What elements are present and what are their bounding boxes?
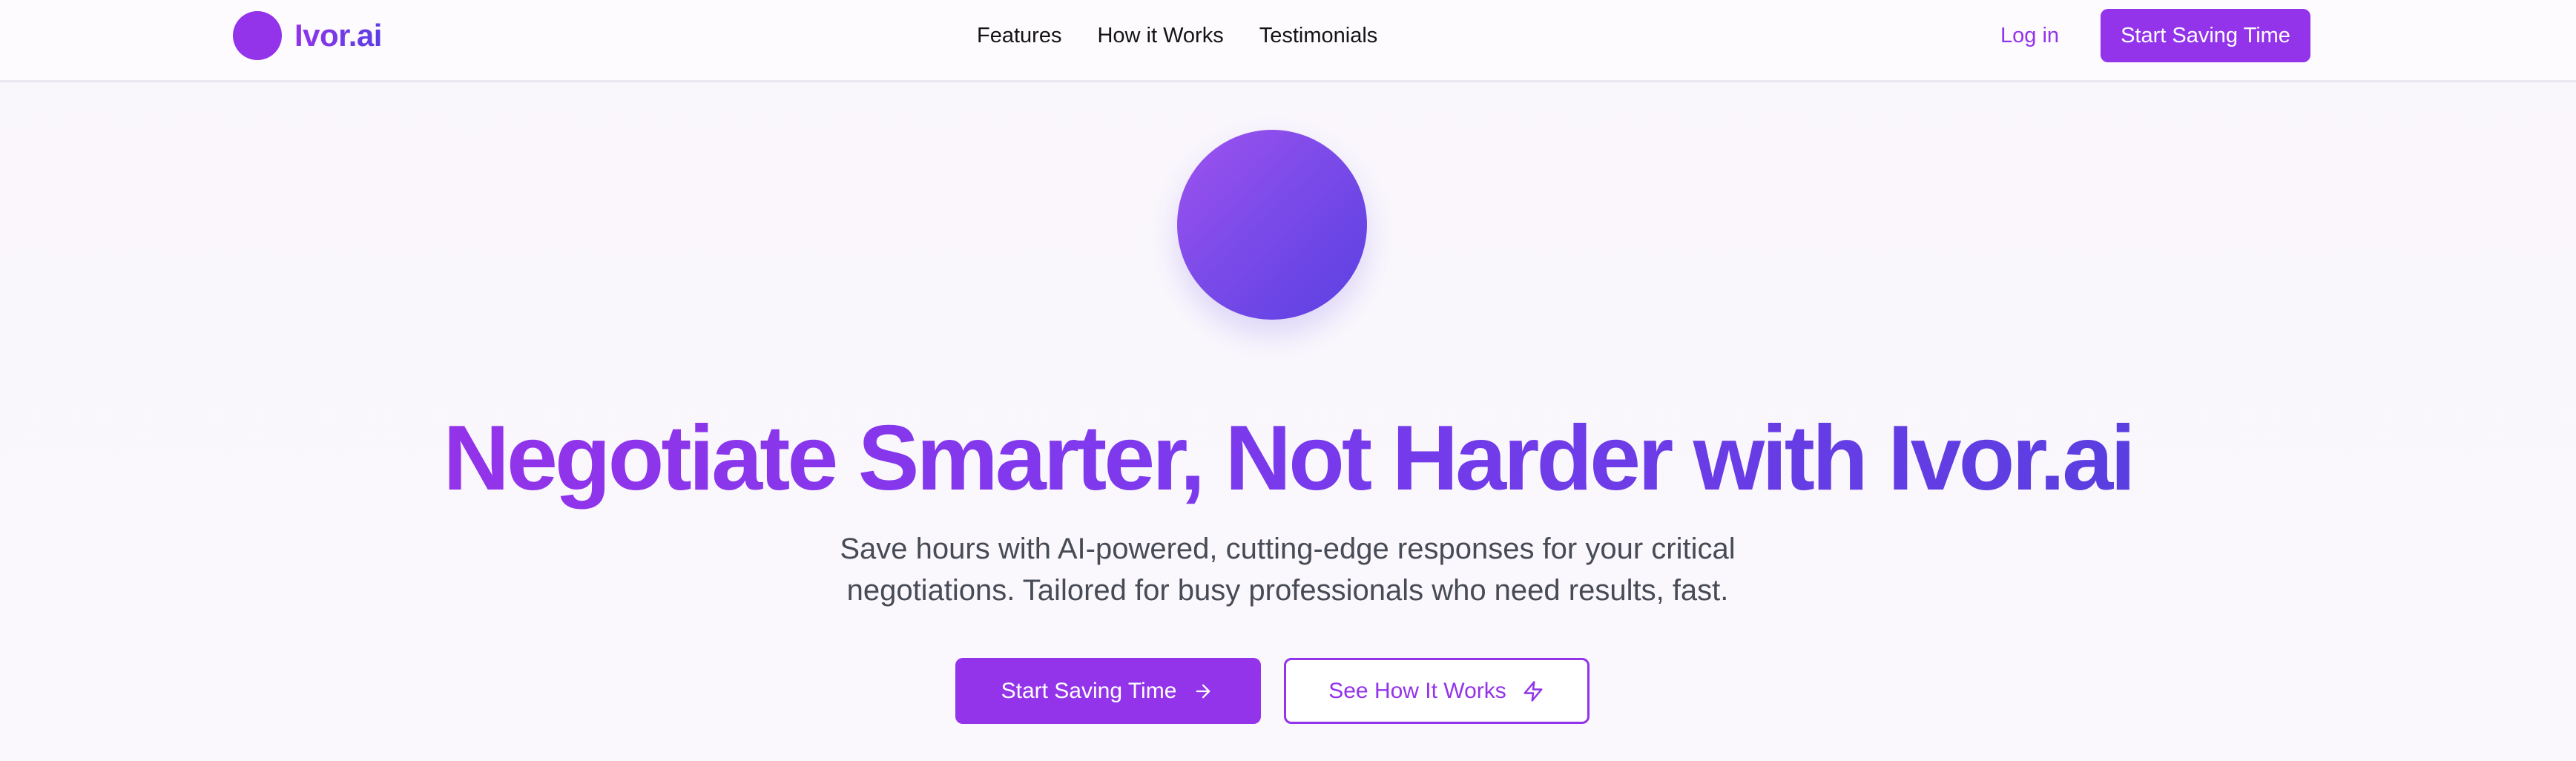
hero-see-how-label: See How It Works: [1328, 678, 1506, 703]
hero-subtitle: Save hours with AI-powered, cutting-edge…: [840, 533, 1736, 607]
brand-name: Ivor.ai: [294, 18, 382, 53]
hero-start-saving-label: Start Saving Time: [1001, 678, 1177, 703]
hero-start-saving-button[interactable]: Start Saving Time: [955, 658, 1261, 724]
nav-link-how-it-works[interactable]: How it Works: [1097, 24, 1223, 48]
hero-see-how-button[interactable]: See How It Works: [1284, 658, 1590, 724]
main-nav: Features How it Works Testimonials: [977, 19, 1377, 52]
nav-link-testimonials[interactable]: Testimonials: [1259, 24, 1378, 48]
nav-start-saving-button[interactable]: Start Saving Time: [2101, 9, 2310, 62]
brand-logo-link[interactable]: Ivor.ai: [233, 11, 382, 60]
nav-link-features[interactable]: Features: [977, 24, 1061, 48]
arrow-right-icon: [1191, 679, 1215, 703]
hero-gradient-orb: [1177, 130, 1367, 320]
logo-circle-icon: [233, 11, 282, 60]
login-link[interactable]: Log in: [2000, 19, 2059, 52]
lightning-icon: [1521, 679, 1545, 703]
top-navbar: Ivor.ai Features How it Works Testimonia…: [0, 0, 2576, 82]
hero-title: Negotiate Smarter, Not Harder with Ivor.…: [0, 406, 2576, 510]
hero-title-text: Negotiate Smarter, Not Harder with Ivor.…: [443, 407, 2135, 510]
